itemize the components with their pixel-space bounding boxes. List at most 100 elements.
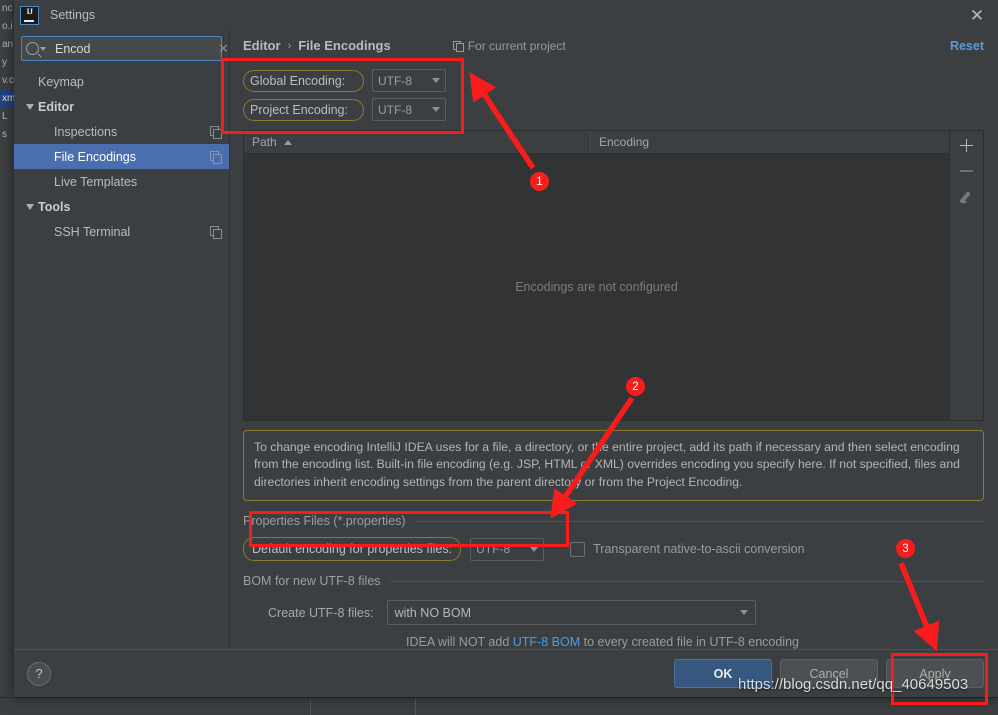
sidebar-item-tools[interactable]: Tools (14, 194, 229, 219)
bom-hint-suffix: to every created file in UTF-8 encoding (580, 635, 799, 649)
properties-encoding-row: Default encoding for properties files: U… (243, 537, 984, 561)
page-title: File Encodings (298, 38, 391, 53)
apply-button[interactable]: Apply (886, 659, 984, 688)
dialog-titlebar: IJ Settings ✕ (14, 0, 998, 30)
properties-encoding-select[interactable]: UTF-8 (470, 537, 545, 561)
chevron-down-icon (432, 107, 440, 112)
project-encoding-row: Project Encoding: UTF-8 (243, 95, 984, 124)
sidebar-item-label: Tools (38, 199, 71, 214)
section-title-label: Properties Files (*.properties) (243, 514, 406, 528)
properties-section-title: Properties Files (*.properties) (243, 514, 984, 528)
transparent-conversion-label: Transparent native-to-ascii conversion (593, 542, 805, 556)
status-segment (0, 698, 311, 715)
chevron-down-icon[interactable] (22, 103, 38, 110)
search-container: ✕ (14, 30, 229, 65)
sidebar-item-inspections[interactable]: Inspections (14, 119, 229, 144)
properties-encoding-value: UTF-8 (476, 542, 511, 556)
search-box[interactable]: ✕ (21, 36, 229, 61)
ok-button[interactable]: OK (674, 659, 772, 688)
plus-icon (960, 138, 973, 152)
sidebar-item-live-templates[interactable]: Live Templates (14, 169, 229, 194)
section-divider (389, 580, 984, 582)
transparent-conversion-checkbox[interactable] (570, 541, 586, 557)
project-encoding-select[interactable]: UTF-8 (372, 98, 446, 121)
bom-section-title: BOM for new UTF-8 files (243, 574, 984, 588)
sidebar-item-keymap[interactable]: Keymap (14, 69, 229, 94)
sidebar-item-ssh-terminal[interactable]: SSH Terminal (14, 219, 229, 244)
table-body[interactable]: Encodings are not configured (244, 154, 949, 420)
global-encoding-label: Global Encoding: (243, 69, 364, 92)
search-icon (26, 42, 39, 55)
chevron-down-icon (530, 546, 539, 552)
create-utf8-files-row: Create UTF-8 files: with NO BOM (243, 600, 984, 625)
section-title-label: BOM for new UTF-8 files (243, 574, 381, 588)
global-encoding-row: Global Encoding: UTF-8 (243, 66, 984, 95)
create-utf8-files-label: Create UTF-8 files: (268, 605, 374, 620)
section-divider (414, 520, 984, 522)
status-segment (310, 698, 416, 715)
settings-dialog: IJ Settings ✕ ✕ Keymap Editor (14, 0, 998, 697)
settings-tree: Keymap Editor Inspections File Encodings… (14, 65, 229, 649)
global-encoding-select[interactable]: UTF-8 (372, 69, 446, 92)
chevron-down-icon (432, 78, 440, 83)
sidebar-item-label: File Encodings (54, 149, 136, 164)
sidebar-item-editor[interactable]: Editor (14, 94, 229, 119)
search-options-chevron-icon[interactable] (40, 46, 46, 51)
sidebar-item-label: SSH Terminal (54, 224, 131, 239)
encoding-selectors: Global Encoding: UTF-8 Project Encoding:… (243, 61, 984, 124)
reset-link[interactable]: Reset (950, 39, 984, 53)
edit-row-button[interactable] (951, 184, 983, 210)
create-utf8-files-value: with NO BOM (394, 605, 471, 620)
help-button[interactable]: ? (27, 661, 51, 686)
settings-sidebar: ✕ Keymap Editor Inspections File Encodin… (14, 30, 230, 649)
global-encoding-value: UTF-8 (378, 73, 412, 88)
column-header-label: Encoding (599, 135, 650, 149)
bom-hint: IDEA will NOT add UTF-8 BOM to every cre… (243, 635, 984, 649)
pencil-icon (960, 190, 974, 204)
close-icon[interactable]: ✕ (964, 2, 990, 28)
clear-icon[interactable]: ✕ (218, 41, 229, 57)
project-scope-icon (210, 226, 222, 239)
project-encoding-label: Project Encoding: (243, 98, 364, 121)
breadcrumb: Editor › File Encodings For current proj… (230, 30, 998, 61)
sort-ascending-icon (283, 139, 292, 145)
cancel-button[interactable]: Cancel (780, 659, 878, 688)
sidebar-item-label: Editor (38, 99, 75, 114)
chevron-down-icon (739, 610, 748, 615)
project-scope-icon (452, 40, 464, 52)
add-row-button[interactable] (951, 132, 983, 158)
create-utf8-files-select[interactable]: with NO BOM (386, 600, 756, 625)
utf8-bom-link[interactable]: UTF-8 BOM (513, 635, 580, 649)
minus-icon (960, 170, 973, 172)
project-scope-icon (210, 126, 222, 139)
dialog-title: Settings (50, 8, 96, 22)
chevron-down-icon[interactable] (22, 203, 38, 210)
sidebar-item-label: Live Templates (54, 174, 138, 189)
breadcrumb-parent[interactable]: Editor (243, 38, 281, 53)
transparent-conversion-row[interactable]: Transparent native-to-ascii conversion (570, 541, 805, 557)
background-status-bar (0, 697, 998, 715)
encodings-table-main: Path Encoding Encodings are not configur… (244, 131, 949, 420)
project-encoding-value: UTF-8 (378, 102, 412, 117)
remove-row-button[interactable] (951, 158, 983, 184)
scope-label: For current project (467, 38, 566, 53)
column-header-encoding[interactable]: Encoding (591, 131, 949, 153)
dialog-body: ✕ Keymap Editor Inspections File Encodin… (14, 30, 998, 649)
properties-encoding-label: Default encoding for properties files: (243, 537, 462, 561)
encodings-table: Path Encoding Encodings are not configur… (243, 130, 984, 421)
sidebar-item-label: Inspections (54, 124, 118, 139)
column-header-path[interactable]: Path (244, 131, 591, 153)
settings-content-panel: Editor › File Encodings For current proj… (230, 30, 998, 649)
dialog-footer: ? OK Cancel Apply (14, 649, 998, 697)
file-encodings-content: Global Encoding: UTF-8 Project Encoding:… (230, 61, 998, 649)
search-input[interactable] (53, 40, 218, 57)
sidebar-item-file-encodings[interactable]: File Encodings (14, 144, 229, 169)
breadcrumb-separator-icon: › (287, 39, 292, 52)
info-note: To change encoding IntelliJ IDEA uses fo… (243, 429, 984, 501)
footer-buttons: OK Cancel Apply (674, 659, 984, 688)
sidebar-item-label: Keymap (38, 74, 84, 89)
table-toolbar (949, 131, 983, 420)
project-scope-icon (210, 151, 222, 164)
scope-indicator: For current project (452, 38, 566, 53)
intellij-logo-icon: IJ (20, 5, 39, 25)
